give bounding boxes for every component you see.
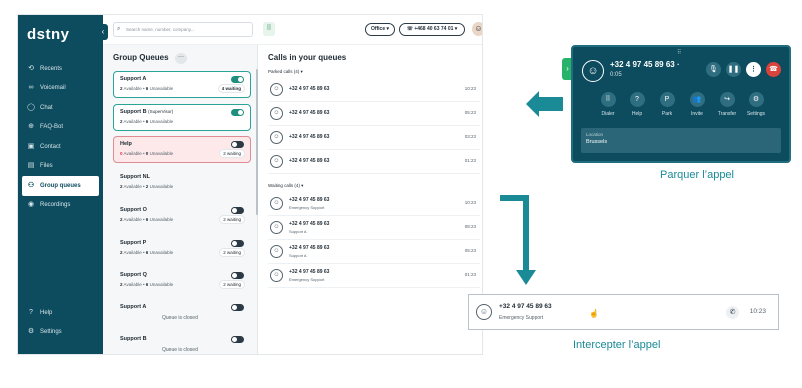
caller-number: +32 4 97 45 89 63 · bbox=[610, 60, 680, 69]
settings-icon: ⚙ bbox=[748, 92, 764, 107]
park-arrow-left bbox=[526, 91, 563, 117]
location-label: Location bbox=[586, 132, 604, 137]
location-box: Location Brussels bbox=[581, 128, 781, 153]
pickup-phone-icon[interactable]: ✆ bbox=[726, 306, 739, 319]
call-widget: ⠿ ☺ +32 4 97 45 89 63 · 0:05 🎙 ❚❚ ⋮ ☎ ⠿ D… bbox=[571, 45, 791, 163]
call-duration: 0:05 bbox=[610, 72, 622, 78]
intercept-call-row[interactable]: ☺ +32 4 97 45 89 63 Emergency Support ☝ … bbox=[468, 294, 779, 330]
park-caption: Parquer l’appel bbox=[660, 169, 734, 181]
action-label: Dialer bbox=[601, 111, 615, 117]
transfer-button[interactable]: ↪ Transfer bbox=[712, 92, 742, 117]
dialer-button[interactable]: ⠿ Dialer bbox=[593, 92, 623, 117]
settings-button[interactable]: ⚙ Settings bbox=[741, 92, 771, 117]
call-number: +32 4 97 45 89 63 bbox=[499, 303, 552, 310]
action-label: Invite bbox=[691, 111, 703, 117]
action-label: Park bbox=[661, 111, 673, 117]
caller-avatar-icon: ☺ bbox=[582, 60, 604, 82]
park-button[interactable]: P Park bbox=[652, 92, 682, 117]
hangup-icon[interactable]: ☎ bbox=[766, 62, 781, 77]
intercept-arrow-head bbox=[516, 270, 536, 285]
help-button[interactable]: ? Help bbox=[622, 92, 652, 117]
dialer-icon: ⠿ bbox=[600, 92, 616, 107]
park-icon: P bbox=[659, 92, 675, 107]
call-time: 10:23 bbox=[749, 308, 766, 315]
action-label: Help bbox=[631, 111, 643, 117]
sidebar-collapse-button[interactable]: ‹ bbox=[98, 24, 108, 40]
more-icon[interactable]: ⋮ bbox=[746, 62, 761, 77]
mute-icon[interactable]: 🎙 bbox=[706, 62, 721, 77]
hand-cursor-icon: ☝ bbox=[589, 309, 599, 318]
hold-icon[interactable]: ❚❚ bbox=[726, 62, 741, 77]
call-queue: Emergency Support bbox=[499, 315, 544, 321]
transfer-icon: ↪ bbox=[719, 92, 735, 107]
intercept-arrow bbox=[500, 195, 529, 272]
intercept-caption: Intercepter l’appel bbox=[573, 339, 661, 351]
user-icon: ☺ bbox=[476, 304, 492, 320]
location-value: Brussels bbox=[586, 139, 608, 145]
invite-button[interactable]: 👥 Invite bbox=[682, 92, 712, 117]
invite-icon: 👥 bbox=[689, 92, 705, 107]
drag-handle[interactable]: ⠿ bbox=[677, 49, 682, 56]
help-icon: ? bbox=[629, 92, 645, 107]
action-label: Transfer bbox=[717, 111, 737, 117]
action-label: Settings bbox=[746, 111, 766, 117]
